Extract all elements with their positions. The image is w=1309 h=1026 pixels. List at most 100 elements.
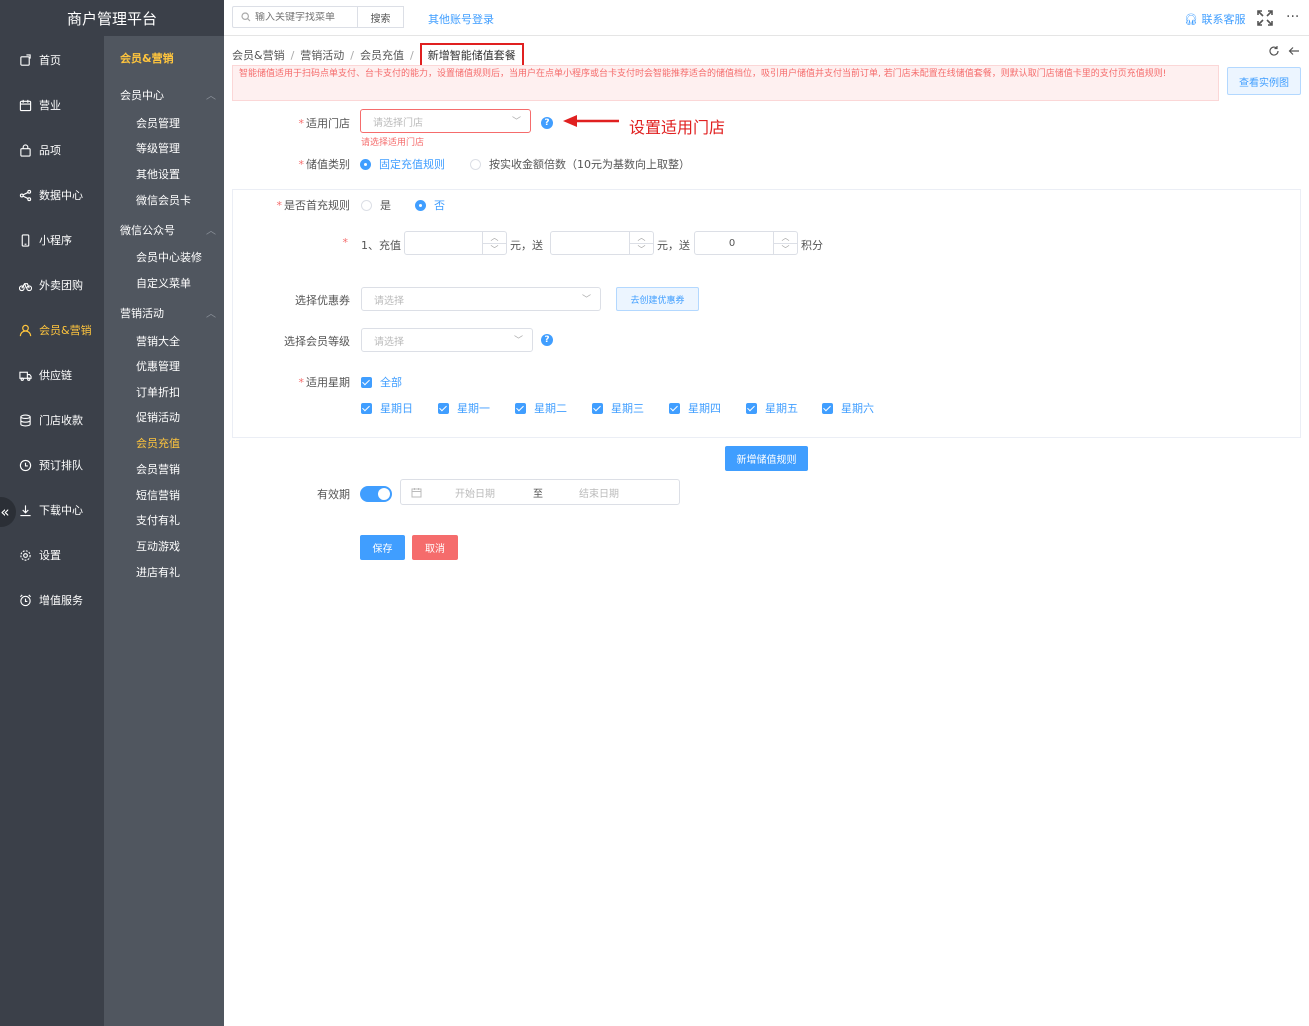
nav-takeout-label: 外卖团购	[39, 279, 83, 292]
store-error-text: 请选择适用门店	[361, 138, 425, 148]
subnav-item-visit-gift[interactable]: 进店有礼	[136, 564, 180, 580]
gift-amount-stepper[interactable]: ︿ ﹀	[629, 232, 653, 254]
subnav-item-other-settings[interactable]: 其他设置	[136, 166, 180, 182]
subnav-group-member-center[interactable]: 会员中心 ︿	[120, 87, 216, 103]
chevron-up-icon: ︿	[206, 226, 216, 237]
phone-icon	[18, 233, 32, 247]
radio-multiple-rule[interactable]: 按实收金额倍数（10元为基数向上取整）	[470, 156, 690, 172]
cancel-button[interactable]: 取消	[412, 535, 458, 560]
validity-date-range[interactable]: 开始日期 至 结束日期	[400, 479, 680, 505]
checkbox-monday[interactable]: 星期一	[438, 400, 490, 416]
chevron-up-icon[interactable]: ︿	[483, 232, 506, 244]
subnav-item-center-decor[interactable]: 会员中心装修	[136, 249, 202, 265]
validity-toggle[interactable]	[360, 486, 392, 502]
coupon-select[interactable]: 请选择 ﹀	[361, 287, 601, 311]
gift-amount-input[interactable]: ︿ ﹀	[550, 231, 654, 255]
menu-search-input[interactable]	[255, 11, 355, 23]
checkbox-tuesday[interactable]: 星期二	[515, 400, 567, 416]
subnav-item-member-recharge[interactable]: 会员充值	[136, 435, 180, 451]
breadcrumb-item[interactable]: 会员&营销	[232, 47, 285, 63]
back-arrow-icon[interactable]	[1288, 45, 1300, 57]
rule-unit1-text: 元，送	[510, 239, 543, 252]
checkbox-friday[interactable]: 星期五	[746, 400, 798, 416]
points-stepper[interactable]: ︿ ﹀	[773, 232, 797, 254]
rule-required-mark: *	[230, 236, 350, 249]
nav-mini-program-label: 小程序	[39, 234, 72, 247]
create-coupon-button[interactable]: 去创建优惠券	[616, 287, 699, 311]
checkbox-wednesday-label: 星期三	[611, 402, 644, 415]
start-date-placeholder[interactable]: 开始日期	[455, 485, 495, 500]
subnav-item-custom-menu[interactable]: 自定义菜单	[136, 275, 191, 291]
breadcrumb-separator: /	[350, 48, 355, 62]
radio-fixed-rule[interactable]: 固定充值规则	[360, 156, 445, 172]
nav-business[interactable]: 营业	[0, 95, 104, 115]
save-button[interactable]: 保存	[360, 535, 405, 560]
chevron-down-icon[interactable]: ﹀	[630, 244, 653, 255]
subnav-group-wechat-official[interactable]: 微信公众号 ︿	[120, 222, 216, 238]
nav-mini-program[interactable]: 小程序	[0, 230, 104, 250]
nav-store-payment[interactable]: 门店收款	[0, 410, 104, 430]
nav-data-center[interactable]: 数据中心	[0, 185, 104, 205]
subnav-item-pay-gift[interactable]: 支付有礼	[136, 512, 180, 528]
chevron-up-icon[interactable]: ︿	[774, 232, 797, 244]
recharge-amount-stepper[interactable]: ︿ ﹀	[482, 232, 506, 254]
subnav-item-member-marketing[interactable]: 会员营销	[136, 461, 180, 477]
breadcrumb-item[interactable]: 会员充值	[360, 47, 404, 63]
calendar-icon	[18, 98, 32, 112]
nav-supply-chain[interactable]: 供应链	[0, 365, 104, 385]
type-label-text: 储值类别	[306, 158, 350, 171]
store-help-icon[interactable]: ?	[541, 117, 553, 129]
user-icon	[18, 323, 32, 337]
chevron-down-icon[interactable]: ﹀	[483, 244, 506, 255]
more-icon[interactable]: ···	[1286, 9, 1299, 25]
menu-search-button[interactable]: 搜索	[358, 6, 404, 28]
chevron-up-icon[interactable]: ︿	[630, 232, 653, 244]
bike-icon	[18, 278, 32, 292]
end-date-placeholder[interactable]: 结束日期	[579, 485, 619, 500]
store-select[interactable]: 请选择门店 ﹀	[360, 109, 531, 133]
refresh-icon[interactable]	[1268, 45, 1280, 57]
required-mark: *	[342, 236, 349, 249]
subnav-group-marketing[interactable]: 营销活动 ︿	[120, 305, 216, 321]
other-account-login-link[interactable]: 其他账号登录	[428, 11, 494, 27]
nav-reservation[interactable]: 预订排队	[0, 455, 104, 475]
subnav-item-order-discount[interactable]: 订单折扣	[136, 384, 180, 400]
member-level-help-icon[interactable]: ?	[541, 334, 553, 346]
subnav-item-sms-marketing[interactable]: 短信营销	[136, 487, 180, 503]
contact-support-link[interactable]: 🎧︎ 联系客服	[1184, 11, 1245, 27]
checkbox-saturday[interactable]: 星期六	[822, 400, 874, 416]
nav-value-added[interactable]: 增值服务	[0, 590, 104, 610]
radio-first-no[interactable]: 否	[415, 197, 445, 213]
checkbox-wednesday[interactable]: 星期三	[592, 400, 644, 416]
nav-home[interactable]: 首页	[0, 50, 104, 70]
subnav-group-label: 营销活动	[120, 307, 164, 320]
subnav-item-wechat-card[interactable]: 微信会员卡	[136, 192, 191, 208]
nav-products[interactable]: 品项	[0, 140, 104, 160]
view-example-button[interactable]: 查看实例图	[1227, 67, 1301, 95]
chevron-down-icon: ﹀	[513, 336, 523, 346]
subnav-item-level-manage[interactable]: 等级管理	[136, 140, 180, 156]
subnav-item-promotion[interactable]: 促销活动	[136, 409, 180, 425]
member-level-select[interactable]: 请选择 ﹀	[361, 328, 533, 352]
nav-takeout[interactable]: 外卖团购	[0, 275, 104, 295]
subnav-item-member-manage[interactable]: 会员管理	[136, 115, 180, 131]
recharge-amount-input[interactable]: ︿ ﹀	[404, 231, 507, 255]
add-rule-button[interactable]: 新增储值规则	[725, 446, 808, 471]
checkbox-sunday[interactable]: 星期日	[361, 400, 413, 416]
checkbox-friday-label: 星期五	[765, 402, 798, 415]
nav-settings[interactable]: 设置	[0, 545, 104, 565]
chevron-down-icon[interactable]: ﹀	[774, 244, 797, 255]
radio-first-yes[interactable]: 是	[361, 197, 391, 213]
checkbox-sunday-label: 星期日	[380, 402, 413, 415]
subnav-item-discount-manage[interactable]: 优惠管理	[136, 358, 180, 374]
checkbox-thursday[interactable]: 星期四	[669, 400, 721, 416]
subnav-item-game[interactable]: 互动游戏	[136, 538, 180, 554]
nav-products-label: 品项	[39, 144, 61, 157]
breadcrumb-item[interactable]: 营销活动	[300, 47, 344, 63]
checkbox-all-days[interactable]: 全部	[361, 374, 402, 390]
points-input[interactable]: 0 ︿ ﹀	[694, 231, 798, 255]
checkbox-all-days-label: 全部	[380, 376, 402, 389]
subnav-item-marketing-all[interactable]: 营销大全	[136, 333, 180, 349]
fullscreen-icon[interactable]	[1257, 10, 1273, 26]
nav-member-marketing[interactable]: 会员&营销	[0, 320, 104, 340]
